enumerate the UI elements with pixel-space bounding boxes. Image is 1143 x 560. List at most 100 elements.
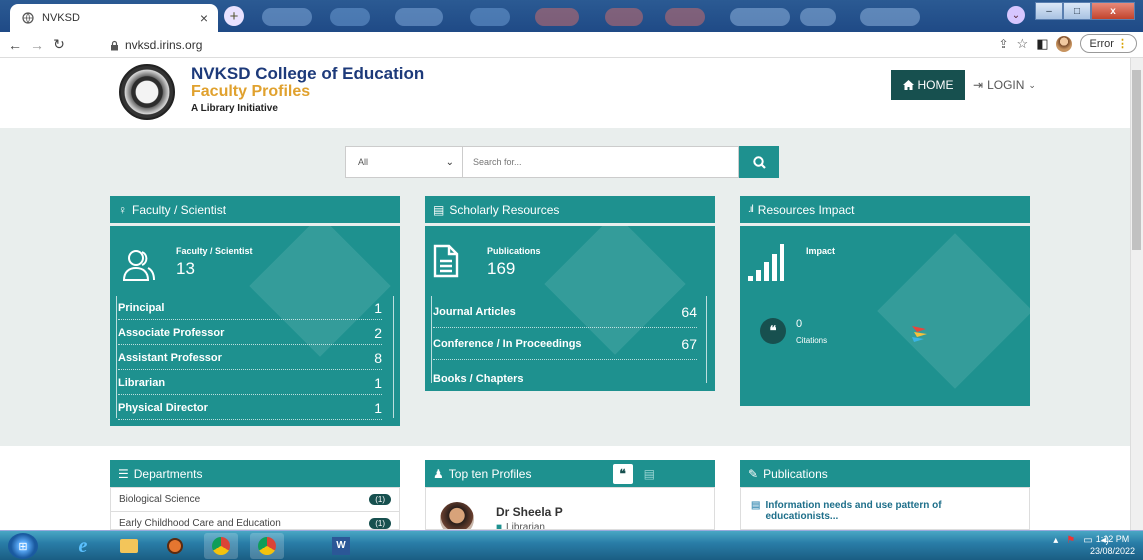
reload-icon[interactable]: ↻ [48,34,70,56]
maximize-button[interactable]: □ [1063,2,1091,20]
impact-panel-header: .ıl Resources Impact [740,196,1030,223]
search-button[interactable] [739,146,779,178]
list-item[interactable]: Books / Chapters [433,368,697,390]
clock[interactable]: 1:12 PM 23/08/2022 [1090,533,1135,557]
start-button[interactable]: ⊞ [8,533,38,559]
row-count: 1 [374,374,382,391]
more-vert-icon: ⋮ [1117,38,1128,50]
chrome-icon[interactable] [204,533,238,559]
row-count: 1 [374,399,382,416]
chevron-up-icon[interactable]: ▴ [1053,535,1058,546]
share-icon[interactable]: ⇪ [998,37,1008,51]
new-tab-button[interactable]: + [224,6,244,26]
search-category-select[interactable]: All ⌄ [345,146,463,178]
users-icon: ♀ [118,202,127,217]
back-arrow-icon[interactable]: ← [4,34,26,56]
nav-login[interactable]: ⇥ LOGIN ⌄ [973,70,1036,100]
publications-stat-value: 169 [487,259,516,278]
row-label: Assistant Professor [118,351,222,364]
row-count: 1 [374,299,382,316]
quote-tab-icon[interactable]: ❝ [612,463,633,484]
row-label: Associate Professor [118,326,225,339]
publications-list: ▤ Information needs and use pattern of e… [740,487,1030,530]
list-item[interactable]: Biological Science (1) [111,488,399,512]
row-label: Physical Director [118,401,208,414]
word-icon[interactable]: W [324,533,358,559]
top-profiles-header: ♟ Top ten Profiles ❝ ▤ [425,460,715,487]
nav-home[interactable]: HOME [891,70,965,100]
list-icon: ☰ [118,466,129,481]
home-icon [902,80,914,90]
globe-icon [22,12,34,24]
college-logo[interactable] [119,64,175,120]
list-item[interactable]: ▤ Information needs and use pattern of e… [751,500,981,522]
faculty-panel-header: ♀ Faculty / Scientist [110,196,400,223]
document-icon [433,244,459,278]
avatar[interactable] [1056,35,1073,52]
scholarly-panel-header: ▤ Scholarly Resources [425,196,715,223]
document-tab-icon[interactable]: ▤ [644,467,655,481]
sidebar-icon[interactable]: ◧ [1036,36,1048,52]
media-player-icon[interactable] [158,533,192,559]
chevron-down-icon: ⌄ [1028,79,1036,90]
tab-title: NVKSD [42,12,80,24]
file-icon: ▤ [751,500,761,511]
row-count: 67 [681,335,697,352]
taskbar: ⊞ e W ▴ ⚑ ▭ ◂) 1:12 PM 23/08/2022 [0,530,1143,560]
publication-title: Information needs and use pattern of edu… [765,500,942,522]
list-item[interactable]: Early Childhood Care and Education (1) [111,512,399,529]
chrome-icon[interactable] [250,533,284,559]
citations-value: 0 [796,318,803,330]
scrollbar-thumb[interactable] [1132,70,1141,250]
profile-name[interactable]: Dr Sheela P [496,505,563,519]
nav-home-label: HOME [917,78,954,92]
tab-close-icon[interactable]: × [200,10,208,26]
list-item[interactable]: Librarian 1 [118,371,382,395]
sign-in-icon: ⇥ [973,78,984,92]
list-item[interactable]: Physical Director 1 [118,396,382,420]
college-name[interactable]: NVKSD College of Education [191,64,424,84]
scholarly-panel-title: Scholarly Resources [449,202,560,217]
lock-icon [111,40,118,50]
browser-tab[interactable]: NVKSD × [10,4,218,32]
error-button[interactable]: Error ⋮ [1080,34,1137,53]
clock-date: 23/08/2022 [1089,546,1135,556]
list-item[interactable]: Principal 1 [118,296,382,320]
minimize-button[interactable]: – [1035,2,1063,20]
clock-time: 1:12 PM [1095,534,1130,544]
user-icon: ♟ [433,466,444,481]
windows-logo-icon: ⊞ [18,540,28,553]
nav-login-label: LOGIN [987,78,1025,92]
file-explorer-icon[interactable] [112,533,146,559]
list-item[interactable]: Assistant Professor 8 [118,346,382,370]
count-badge: (1) [369,494,391,505]
close-window-button[interactable]: x [1091,2,1135,20]
forward-arrow-icon[interactable]: → [26,34,48,56]
tab-search-chevron-icon[interactable]: ⌄ [1007,6,1025,24]
avatar[interactable] [440,502,474,529]
search-input[interactable] [463,146,739,178]
row-label: Principal [118,301,165,314]
bookmark-star-icon[interactable]: ☆ [1017,36,1029,52]
list-item[interactable]: Conference / In Proceedings 67 [433,328,697,360]
search-icon [752,155,766,169]
row-label: Librarian [118,376,166,389]
file-icon: ▤ [433,202,445,217]
chevron-down-icon: ⌄ [445,156,454,168]
signal-bars-icon [748,244,784,281]
altmetric-icon[interactable] [912,324,928,342]
publications-title: Publications [763,466,828,481]
internet-explorer-icon[interactable]: e [66,533,100,559]
list-item[interactable]: Associate Professor 2 [118,321,382,345]
publications-stat-title: Publications [487,246,541,256]
citations-label: Citations [796,336,828,345]
address-bar: ← → ↻ nvksd.irins.org ⇪ ☆ ◧ Error ⋮ [0,32,1143,58]
impact-panel: Impact ❝ 0 Citations [740,226,1030,406]
row-label: Conference / In Proceedings [433,337,582,350]
site-tagline: A Library Initiative [191,103,278,114]
url-field[interactable]: nvksd.irins.org [110,35,940,55]
action-center-flag-icon[interactable]: ⚑ [1066,535,1075,546]
profile-role: ■ Librarian [496,522,545,529]
list-item[interactable]: Journal Articles 64 [433,296,697,328]
row-label: Books / Chapters [433,373,524,385]
